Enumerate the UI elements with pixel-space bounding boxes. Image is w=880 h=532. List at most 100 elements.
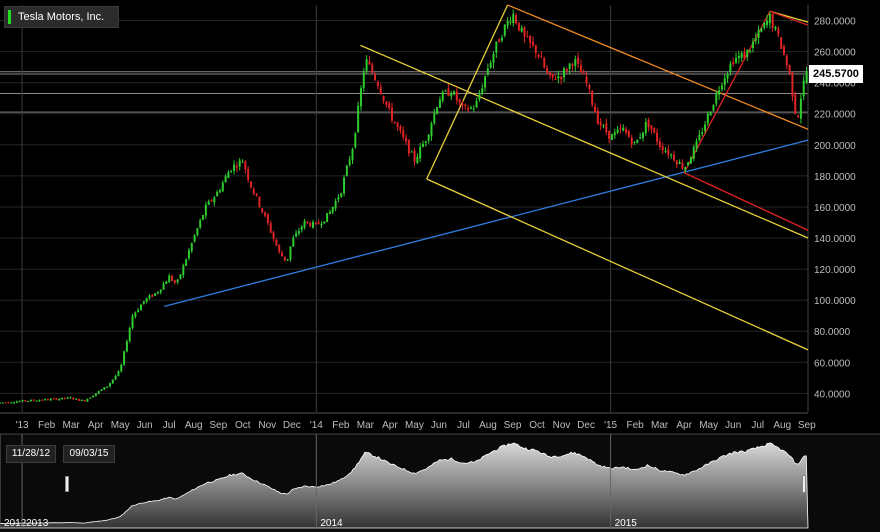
- candle-body: [698, 134, 701, 141]
- range-start-handle[interactable]: [65, 476, 69, 492]
- candle-body: [588, 84, 591, 89]
- y-tick-label: 140.0000: [814, 234, 856, 245]
- candle-body: [441, 91, 444, 101]
- candle-body: [207, 201, 210, 205]
- range-end-handle[interactable]: [802, 475, 806, 493]
- series-name: Tesla Motors, Inc.: [18, 11, 105, 23]
- candle-body: [472, 108, 475, 110]
- candle-body: [213, 197, 216, 203]
- candle-body: [266, 214, 269, 224]
- candle-body: [86, 398, 89, 402]
- candle-body: [193, 235, 196, 242]
- candle-body: [10, 402, 13, 404]
- candle-body: [757, 30, 760, 39]
- candle-body: [492, 54, 495, 63]
- candle-body: [774, 26, 777, 30]
- candle-body: [633, 141, 636, 143]
- candle-body: [30, 399, 33, 402]
- candle-body: [173, 280, 176, 283]
- x-axis: '13 Feb Mar Apr May Jun Jul Aug Sep Oct Nov Dec '14 F…: [16, 420, 817, 431]
- candle-body: [106, 386, 109, 388]
- candle-body: [509, 21, 512, 23]
- candle-body: [416, 156, 419, 164]
- candle-body: [405, 137, 408, 142]
- candle-body: [630, 137, 633, 145]
- candle-body: [610, 134, 613, 140]
- navigator-year-label: 2015: [615, 518, 638, 529]
- candle-body: [235, 165, 238, 168]
- trendline: [683, 172, 809, 231]
- candle-body: [478, 94, 481, 100]
- candle-body: [15, 401, 18, 403]
- candle-body: [619, 128, 622, 130]
- candle-body: [52, 398, 55, 400]
- candle-body: [66, 397, 69, 399]
- candle-body: [780, 37, 783, 49]
- candle-body: [190, 242, 193, 251]
- candle-body: [97, 390, 100, 394]
- chart-grid: [0, 5, 809, 414]
- navigator-year-label: 2013: [26, 518, 49, 529]
- candle-body: [21, 400, 24, 402]
- range-start-box[interactable]: 11/28/12: [6, 445, 56, 463]
- candle-body: [278, 244, 281, 252]
- candle-body: [644, 122, 647, 134]
- candle-body: [69, 397, 72, 399]
- trendline: [164, 139, 809, 307]
- candle-body: [785, 55, 788, 66]
- candle-body: [551, 73, 554, 78]
- candle-body: [591, 90, 594, 105]
- candle-body: [791, 72, 794, 97]
- candle-body: [134, 312, 137, 317]
- candle-body: [661, 146, 664, 151]
- candle-body: [216, 192, 219, 197]
- candle-body: [534, 45, 537, 54]
- candle-body: [681, 162, 684, 169]
- candle-body: [345, 165, 348, 176]
- x-tick-label: Sep: [798, 420, 816, 431]
- candle-body: [461, 103, 464, 106]
- candle-body: [306, 221, 309, 223]
- candle-body: [137, 309, 140, 313]
- candle-body: [613, 132, 616, 136]
- candle-body: [672, 154, 675, 161]
- candle-body: [371, 64, 374, 73]
- candle-body: [453, 91, 456, 95]
- range-end-box[interactable]: 09/03/15: [63, 445, 115, 463]
- candle-body: [639, 137, 642, 139]
- candle-body: [151, 294, 154, 297]
- candle-body: [447, 88, 450, 97]
- candle-body: [740, 53, 743, 58]
- candle-body: [320, 223, 323, 226]
- candle-body: [323, 221, 326, 224]
- candle-body: [667, 149, 670, 155]
- legend-swatch: [8, 10, 11, 24]
- candle-body: [61, 397, 64, 400]
- x-tick-label: Aug: [479, 420, 497, 431]
- candle-body: [286, 259, 289, 261]
- candle-body: [317, 222, 320, 225]
- candle-body: [187, 250, 190, 259]
- candle-body: [258, 196, 261, 207]
- x-tick-label: Feb: [627, 420, 645, 431]
- x-tick-label: Jul: [163, 420, 176, 431]
- candle-body: [436, 107, 439, 114]
- candle-body: [489, 62, 492, 68]
- y-tick-label: 120.0000: [814, 265, 856, 276]
- candle-body: [269, 223, 272, 233]
- candle-body: [500, 37, 503, 41]
- candle-body: [374, 73, 377, 81]
- candle-body: [44, 399, 47, 401]
- candle-body: [670, 154, 673, 156]
- candle-body: [272, 232, 275, 239]
- candle-body: [563, 68, 566, 78]
- candle-body: [766, 20, 769, 26]
- candle-body: [653, 127, 656, 133]
- chart-canvas[interactable]: 40.0000 60.0000 80.0000 100.0000 120.0000 140…: [0, 0, 880, 532]
- candle-body: [159, 289, 162, 293]
- candle-body: [805, 71, 808, 83]
- x-tick-label: Jun: [137, 420, 153, 431]
- candle-body: [77, 398, 80, 401]
- candle-body: [312, 221, 315, 228]
- candle-body: [399, 126, 402, 131]
